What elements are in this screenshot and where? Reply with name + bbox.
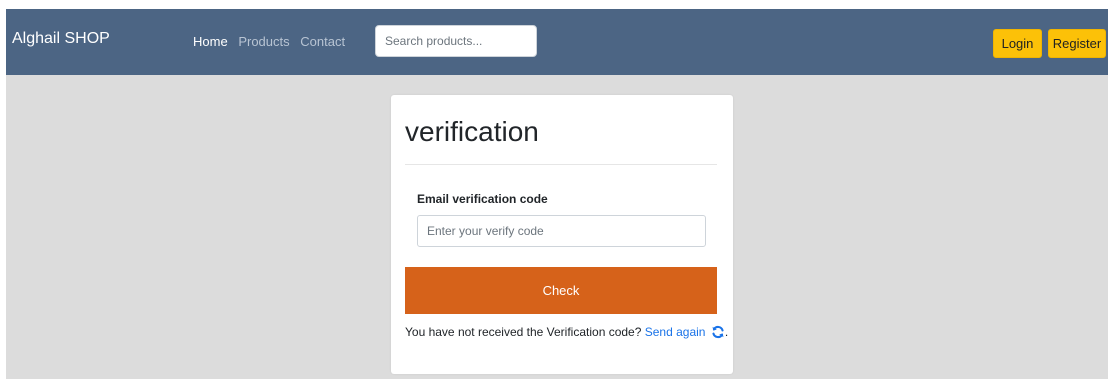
search-input[interactable] — [375, 25, 537, 57]
nav-links: Home Products Contact — [193, 34, 352, 49]
resend-message: You have not received the Verification c… — [405, 325, 728, 342]
brand-logo[interactable]: Alghail SHOP — [12, 30, 110, 48]
login-button[interactable]: Login — [993, 29, 1042, 58]
resend-suffix: . — [724, 325, 729, 339]
resend-text: You have not received the Verification c… — [405, 325, 642, 339]
send-again-link[interactable]: Send again — [645, 325, 706, 339]
navbar: Alghail SHOP Home Products Contact Login… — [6, 9, 1108, 75]
nav-link-contact[interactable]: Contact — [300, 34, 345, 49]
nav-link-home[interactable]: Home — [193, 34, 228, 49]
verification-card: verification Email verification code Che… — [391, 95, 733, 374]
refresh-icon[interactable] — [711, 325, 725, 342]
check-button[interactable]: Check — [405, 267, 717, 314]
page: Alghail SHOP Home Products Contact Login… — [6, 9, 1108, 379]
verify-code-label: Email verification code — [417, 192, 548, 206]
nav-link-products[interactable]: Products — [238, 34, 289, 49]
verify-code-input[interactable] — [417, 215, 706, 247]
page-title: verification — [405, 116, 539, 147]
title-divider — [405, 164, 717, 165]
register-button[interactable]: Register — [1048, 29, 1106, 58]
